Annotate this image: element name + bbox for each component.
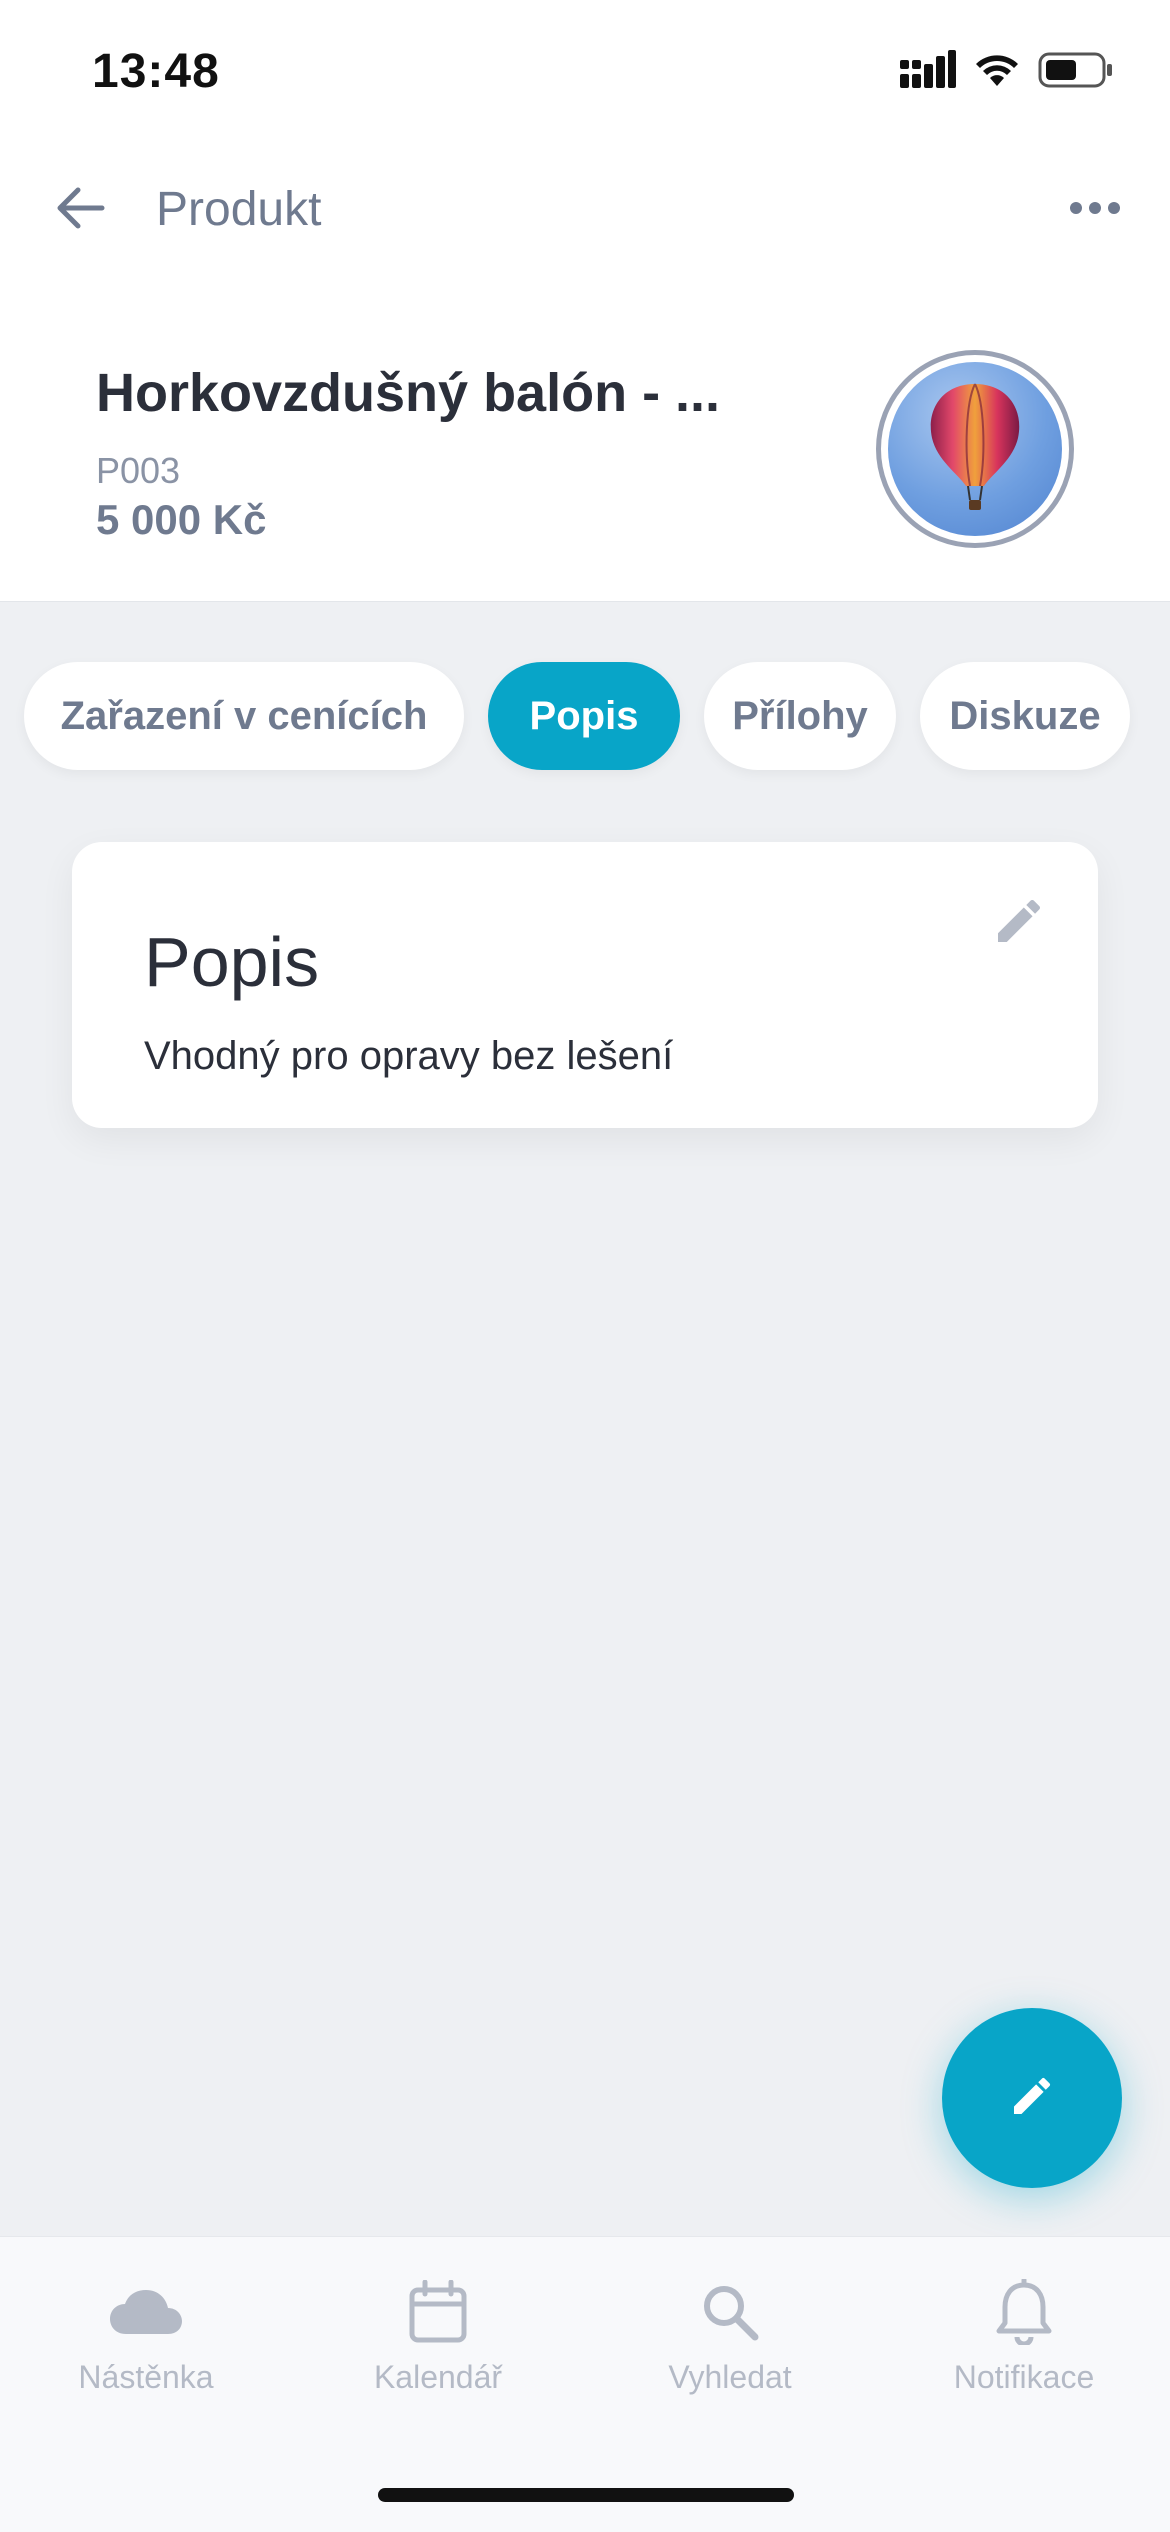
- page-title: Produkt: [156, 183, 322, 236]
- nav-label: Notifikace: [953, 2359, 1095, 2395]
- edit-description-button[interactable]: [984, 888, 1054, 958]
- tab-pricelists[interactable]: Zařazení v cenících: [24, 662, 464, 770]
- status-bar: 13:48: [0, 0, 1170, 150]
- nav-item-dashboard[interactable]: Nástěnka: [26, 2277, 266, 2417]
- pencil-icon: [991, 893, 1047, 954]
- nav-item-calendar[interactable]: Kalendář: [318, 2277, 558, 2417]
- product-code: P003: [96, 450, 181, 491]
- status-time: 13:48: [92, 45, 220, 98]
- tab-attachments[interactable]: Přílohy: [704, 662, 896, 770]
- tab-bar: Zařazení v cenících Popis Přílohy Diskuz…: [0, 662, 1170, 772]
- card-title: Popis: [144, 923, 320, 1001]
- pencil-icon: [1008, 2072, 1056, 2125]
- arrow-left-icon: [52, 180, 108, 241]
- edit-fab-button[interactable]: [942, 2008, 1122, 2188]
- nav-label: Nástěnka: [78, 2359, 214, 2395]
- nav-item-notifications[interactable]: Notifikace: [904, 2277, 1144, 2417]
- search-icon: [690, 2277, 770, 2347]
- more-horizontal-icon: [1069, 201, 1121, 220]
- bell-icon: [984, 2277, 1064, 2347]
- nav-item-search[interactable]: Vyhledat: [610, 2277, 850, 2417]
- product-header: Produkt Horkovzdušný balón - ... P003 5 …: [0, 150, 1170, 602]
- status-icons: [900, 49, 1114, 95]
- signal-icon: [900, 49, 956, 95]
- home-indicator: [378, 2488, 794, 2502]
- tab-discussion[interactable]: Diskuze: [920, 662, 1130, 770]
- tab-description[interactable]: Popis: [488, 662, 680, 770]
- back-button[interactable]: [50, 180, 110, 240]
- more-options-button[interactable]: [1060, 180, 1130, 240]
- description-card: Popis Vhodný pro opravy bez lešení: [72, 842, 1098, 1128]
- description-text: Vhodný pro opravy bez lešení: [144, 1034, 674, 1078]
- hot-air-balloon-image: [888, 362, 1062, 536]
- nav-label: Kalendář: [373, 2359, 503, 2395]
- calendar-icon: [398, 2277, 478, 2347]
- wifi-icon: [974, 52, 1020, 93]
- product-image[interactable]: [876, 350, 1074, 548]
- cloud-icon: [106, 2277, 186, 2347]
- nav-label: Vyhledat: [668, 2359, 792, 2395]
- battery-icon: [1038, 51, 1114, 94]
- product-price: 5 000 Kč: [96, 496, 267, 543]
- product-name: Horkovzdušný balón - ...: [96, 363, 721, 423]
